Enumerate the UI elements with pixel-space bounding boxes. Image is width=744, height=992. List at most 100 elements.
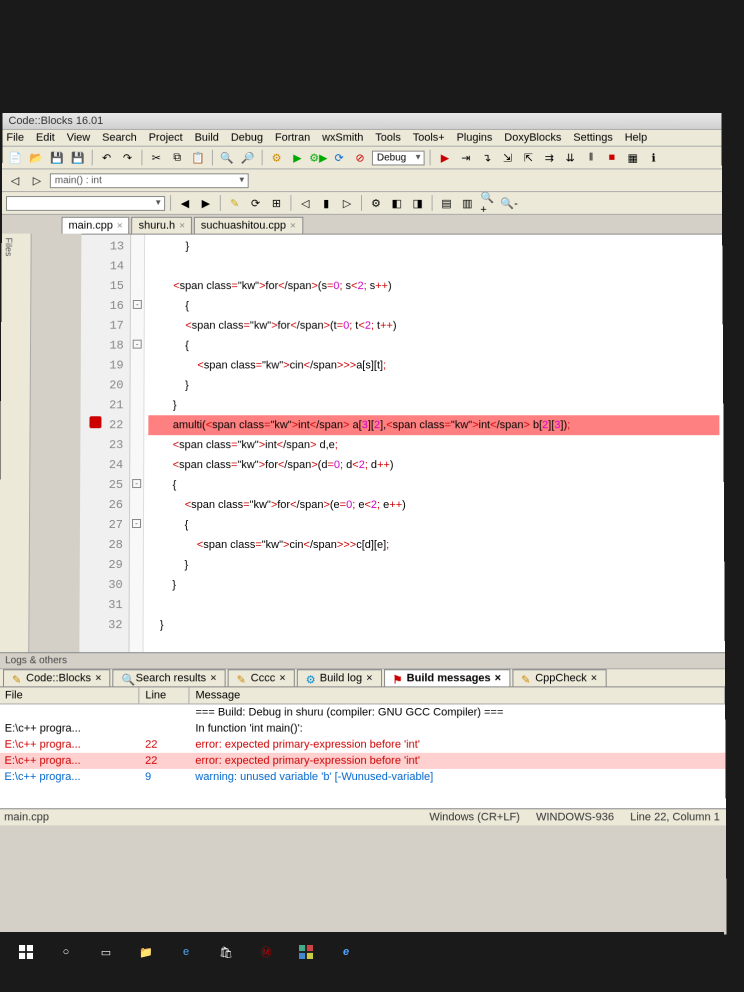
menu-wxsmith[interactable]: wxSmith xyxy=(322,132,363,144)
menu-tools[interactable]: Tools xyxy=(375,132,401,144)
code-line[interactable]: } xyxy=(148,575,721,595)
save-all-icon[interactable]: 💾 xyxy=(69,149,87,167)
abort-icon[interactable]: ⊘ xyxy=(351,149,369,167)
taskview-icon[interactable]: ▭ xyxy=(88,936,124,968)
tool-a-icon[interactable]: ▤ xyxy=(438,194,456,212)
line-number[interactable]: 13 xyxy=(81,237,130,257)
debug-start-icon[interactable]: ▶ xyxy=(436,149,454,167)
line-gutter[interactable]: 131415161718192021 222324252627282930313… xyxy=(79,235,131,653)
menu-help[interactable]: Help xyxy=(625,132,648,144)
menu-view[interactable]: View xyxy=(67,132,91,144)
line-number[interactable]: 32 xyxy=(79,615,128,635)
doxy2-icon[interactable]: ◨ xyxy=(409,194,427,212)
menu-edit[interactable]: Edit xyxy=(36,132,55,144)
nav-fwd-icon[interactable]: ▶ xyxy=(197,194,215,212)
code-area[interactable]: } <span class="kw">for</span>(s=0; s<2; … xyxy=(144,235,725,653)
fold-marker[interactable] xyxy=(130,553,143,573)
line-number[interactable]: 21 xyxy=(81,395,130,415)
close-icon[interactable]: × xyxy=(591,672,598,684)
col-line[interactable]: Line xyxy=(139,687,189,703)
run-to-cursor-icon[interactable]: ⇥ xyxy=(457,149,475,167)
redo-icon[interactable]: ↷ xyxy=(119,149,137,167)
code-line[interactable]: } xyxy=(149,237,718,257)
start-button[interactable] xyxy=(8,936,44,968)
prev-bookmark-icon[interactable]: ◁ xyxy=(296,194,314,212)
code-line[interactable]: { xyxy=(149,296,719,316)
line-number[interactable]: 16 xyxy=(81,296,130,316)
next-line-icon[interactable]: ↴ xyxy=(478,149,496,167)
line-number[interactable]: 26 xyxy=(80,495,129,515)
fold-marker[interactable] xyxy=(131,274,144,294)
fold-gutter[interactable]: - - - - xyxy=(129,235,145,653)
line-number[interactable]: 28 xyxy=(80,535,129,555)
log-row[interactable]: === Build: Debug in shuru (compiler: GNU… xyxy=(0,704,725,720)
fold-marker[interactable] xyxy=(130,453,143,473)
build-run-icon[interactable]: ⚙▶ xyxy=(309,149,327,167)
fold-marker[interactable] xyxy=(130,393,143,413)
fold-marker[interactable] xyxy=(130,433,143,453)
log-tab-search[interactable]: 🔍Search results× xyxy=(113,669,226,686)
code-line[interactable]: <span class="kw">for</span>(s=0; s<2; s+… xyxy=(149,276,719,296)
next-instr-icon[interactable]: ⇉ xyxy=(540,149,558,167)
log-row[interactable]: E:\c++ progra...22error: expected primar… xyxy=(0,737,725,753)
close-icon[interactable]: × xyxy=(279,672,285,684)
fold-marker[interactable]: - xyxy=(130,513,143,533)
highlight-icon[interactable]: ✎ xyxy=(226,194,244,212)
step-into-icon[interactable]: ⇲ xyxy=(499,149,517,167)
fold-marker[interactable] xyxy=(131,254,144,274)
menu-plugins[interactable]: Plugins xyxy=(457,132,493,144)
info-icon[interactable]: ℹ xyxy=(645,149,663,167)
build-icon[interactable]: ⚙ xyxy=(268,149,286,167)
menu-build[interactable]: Build xyxy=(195,132,219,144)
doxy-icon[interactable]: ◧ xyxy=(388,194,406,212)
log-row[interactable]: E:\c++ progra...In function 'int main()'… xyxy=(0,721,725,737)
fold-marker[interactable] xyxy=(131,373,144,393)
close-icon[interactable]: × xyxy=(179,220,185,231)
fold-marker[interactable] xyxy=(131,235,144,255)
menu-doxyblocks[interactable]: DoxyBlocks xyxy=(504,132,561,144)
col-message[interactable]: Message xyxy=(189,687,725,703)
fold-marker[interactable]: - xyxy=(130,473,143,493)
col-file[interactable]: File xyxy=(0,687,139,703)
close-icon[interactable]: × xyxy=(290,220,296,231)
open-icon[interactable]: 📂 xyxy=(27,149,45,167)
line-number[interactable]: 31 xyxy=(80,595,129,615)
close-icon[interactable]: × xyxy=(117,220,123,231)
close-icon[interactable]: × xyxy=(495,672,501,684)
code-line[interactable]: <span class="kw">for</span>(d=0; d<2; d+… xyxy=(148,455,720,475)
edge-icon[interactable]: e xyxy=(168,936,204,968)
fold-marker[interactable] xyxy=(130,593,143,613)
menu-debug[interactable]: Debug xyxy=(231,132,263,144)
fold-marker[interactable] xyxy=(130,533,143,553)
line-number[interactable]: 20 xyxy=(81,375,130,395)
line-number[interactable]: 18 xyxy=(81,336,130,356)
line-number[interactable]: 22 xyxy=(80,415,129,435)
replace-icon[interactable]: 🔎 xyxy=(239,149,257,167)
settings-icon[interactable]: ⚙ xyxy=(367,194,385,212)
log-row[interactable]: E:\c++ progra...9warning: unused variabl… xyxy=(0,769,726,785)
code-line[interactable] xyxy=(148,595,721,615)
line-number[interactable]: 17 xyxy=(81,316,130,336)
back-icon[interactable]: ◁ xyxy=(6,171,24,189)
close-icon[interactable]: × xyxy=(366,672,372,684)
line-number[interactable]: 30 xyxy=(80,575,129,595)
forward-icon[interactable]: ▷ xyxy=(28,171,46,189)
paste-icon[interactable]: 📋 xyxy=(189,149,207,167)
menu-search[interactable]: Search xyxy=(102,132,137,144)
fold-marker[interactable]: - xyxy=(131,294,144,314)
line-number[interactable]: 14 xyxy=(81,256,130,276)
save-icon[interactable]: 💾 xyxy=(48,149,66,167)
new-file-icon[interactable]: 📄 xyxy=(6,149,24,167)
code-line[interactable]: } xyxy=(148,375,719,395)
code-editor[interactable]: 131415161718192021 222324252627282930313… xyxy=(79,234,724,653)
toggle-icon[interactable]: ⊞ xyxy=(268,194,286,212)
target-select[interactable]: Debug xyxy=(372,150,425,165)
breakpoint-marker[interactable] xyxy=(90,416,102,428)
code-line[interactable]: { xyxy=(148,515,720,535)
code-line[interactable]: { xyxy=(148,475,720,495)
zoom-in-icon[interactable]: 🔍+ xyxy=(479,194,497,212)
explorer-icon[interactable]: 📁 xyxy=(128,936,164,968)
code-line[interactable]: } xyxy=(148,615,721,635)
fold-marker[interactable]: - xyxy=(131,334,144,354)
tab-main[interactable]: main.cpp× xyxy=(62,217,130,234)
